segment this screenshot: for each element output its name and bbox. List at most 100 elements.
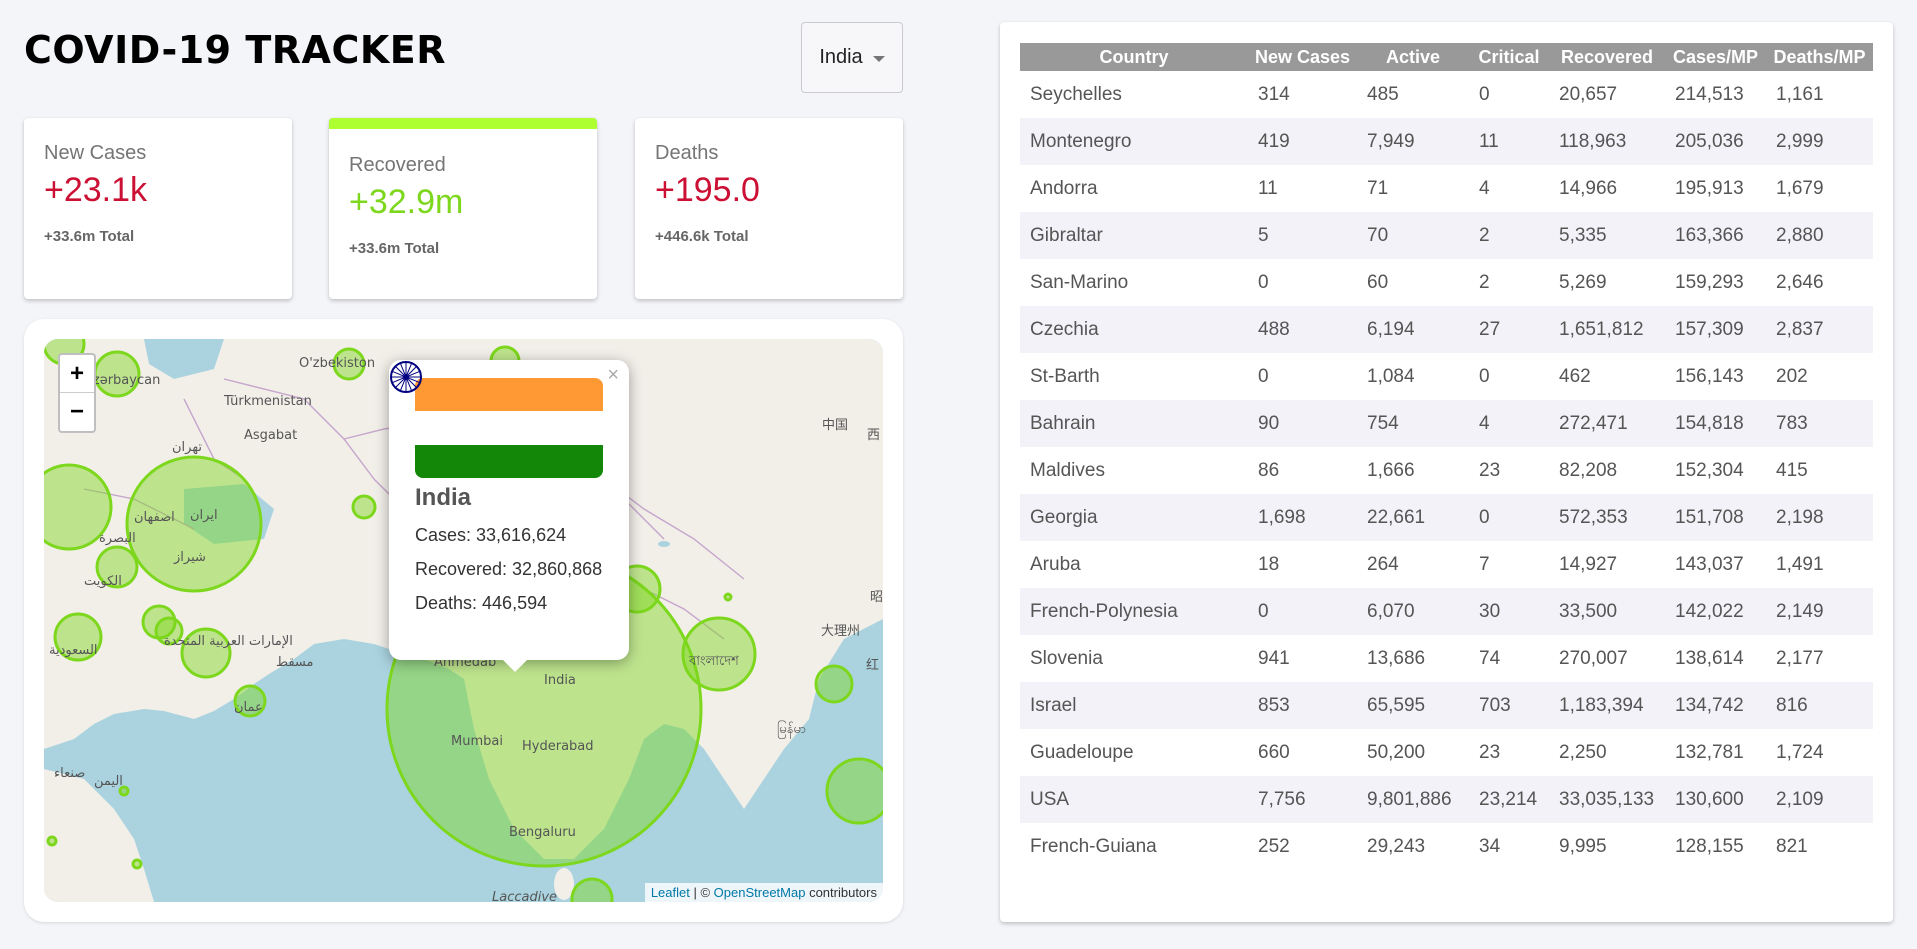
circle-myanmar-north[interactable] [814, 664, 854, 704]
zoom-in-button[interactable]: + [60, 355, 94, 393]
cell-country: USA [1020, 776, 1248, 823]
table-row[interactable]: Guadeloupe 660 50,200 23 2,250 132,781 1,724 [1020, 729, 1873, 776]
stat-label: Deaths [655, 142, 719, 164]
cell-active: 71 [1367, 177, 1389, 199]
cell-cases-per-million: 130,600 [1665, 776, 1766, 823]
cell-recovered: 14,927 [1559, 553, 1618, 575]
stat-label: New Cases [44, 142, 147, 164]
stat-label: Recovered [349, 154, 446, 176]
cell-country: Maldives [1030, 459, 1105, 481]
header-new-cases[interactable]: New Cases [1248, 43, 1357, 71]
cell-country: Bahrain [1020, 400, 1248, 447]
table-row[interactable]: French-Guiana 252 29,243 34 9,995 128,155 821 [1020, 823, 1873, 870]
cell-recovered: 462 [1559, 365, 1591, 387]
stat-card-new-cases[interactable]: New Cases +23.1k +33.6m Total [24, 118, 292, 299]
cell-country: St-Barth [1030, 365, 1100, 387]
header-active[interactable]: Active [1357, 43, 1469, 71]
header-country[interactable]: Country [1020, 43, 1248, 71]
table-row[interactable]: Seychelles 314 485 0 20,657 214,513 1,161 [1020, 71, 1873, 118]
countries-table: Country New Cases Active Critical Recove… [1020, 43, 1873, 870]
map-label: Asgabat [244, 428, 297, 443]
popup-close-button[interactable]: × [607, 364, 619, 387]
cell-country: Guadeloupe [1030, 741, 1134, 763]
table-row[interactable]: Bahrain 90 754 4 272,471 154,818 783 [1020, 400, 1873, 447]
header-recovered[interactable]: Recovered [1549, 43, 1665, 71]
table-row[interactable]: USA 7,756 9,801,886 23,214 33,035,133 130,600… [1020, 776, 1873, 823]
cell-critical: 11 [1469, 118, 1549, 165]
cell-deaths-per-million: 415 [1776, 459, 1808, 481]
cell-recovered: 9,995 [1559, 835, 1607, 857]
stat-card-recovered[interactable]: Recovered +32.9m +33.6m Total [329, 118, 597, 299]
map-label: O'zbekiston [299, 356, 375, 371]
table-scroll-area[interactable]: Country New Cases Active Critical Recove… [1020, 43, 1873, 875]
cell-critical: 4 [1479, 177, 1490, 199]
cell-recovered: 1,183,394 [1549, 682, 1665, 729]
lake [658, 541, 670, 547]
cell-recovered: 572,353 [1549, 494, 1665, 541]
cell-critical: 2 [1479, 271, 1490, 293]
world-map[interactable]: O'zbekiston Azərbaycan Türkmenistan Asga… [44, 339, 883, 902]
cell-new-cases: 419 [1248, 118, 1357, 165]
map-label: عمان [234, 700, 263, 715]
cell-cases-per-million: 154,818 [1665, 400, 1766, 447]
leaflet-link[interactable]: Leaflet [651, 885, 690, 900]
stat-card-deaths[interactable]: Deaths +195.0 +446.6k Total [635, 118, 903, 299]
table-row[interactable]: Slovenia 941 13,686 74 270,007 138,614 2,177 [1020, 635, 1873, 682]
map-label: Hyderabad [522, 739, 594, 754]
stat-value: +23.1k [44, 171, 148, 209]
cell-critical: 0 [1479, 365, 1490, 387]
circle-djibouti[interactable] [46, 835, 58, 847]
header-critical[interactable]: Critical [1469, 43, 1549, 71]
cell-recovered: 2,250 [1559, 741, 1607, 763]
table-row[interactable]: St-Barth 0 1,084 0 462 156,143 202 [1020, 353, 1873, 400]
table-row[interactable]: French-Polynesia 0 6,070 30 33,500 142,022 2,1… [1020, 588, 1873, 635]
flag-green-band [415, 444, 603, 478]
table-row[interactable]: Czechia 488 6,194 27 1,651,812 157,309 2,837 [1020, 306, 1873, 353]
cell-cases-per-million: 152,304 [1675, 459, 1744, 481]
cell-recovered: 82,208 [1559, 459, 1618, 481]
cell-active: 6,194 [1357, 306, 1469, 353]
cell-new-cases: 0 [1258, 271, 1269, 293]
circle-afghanistan[interactable] [351, 494, 377, 520]
cell-active: 29,243 [1367, 835, 1426, 857]
zoom-control: + − [58, 353, 96, 433]
cell-critical: 30 [1469, 588, 1549, 635]
table-row[interactable]: Maldives 86 1,666 23 82,208 152,304 415 [1020, 447, 1873, 494]
map-label: မြန်မာ [777, 720, 806, 739]
cell-active: 13,686 [1367, 647, 1426, 669]
table-row[interactable]: San-Marino 0 60 2 5,269 159,293 2,646 [1020, 259, 1873, 306]
table-row[interactable]: Aruba 18 264 7 14,927 143,037 1,491 [1020, 541, 1873, 588]
cell-critical: 23 [1479, 741, 1501, 763]
table-row[interactable]: Gibraltar 5 70 2 5,335 163,366 2,880 [1020, 212, 1873, 259]
cell-deaths-per-million: 2,999 [1766, 118, 1873, 165]
header-cases-per-million[interactable]: Cases/MP [1665, 43, 1766, 71]
cell-critical: 0 [1479, 83, 1490, 105]
country-select[interactable]: India [801, 22, 903, 93]
attribution-suffix: contributors [805, 885, 877, 900]
table-row[interactable]: Montenegro 419 7,949 11 118,963 205,036 2,999 [1020, 118, 1873, 165]
cell-country: Montenegro [1020, 118, 1248, 165]
cell-active: 1,084 [1367, 365, 1415, 387]
cell-country: Andorra [1030, 177, 1098, 199]
circle-thailand[interactable] [825, 757, 883, 825]
cell-cases-per-million: 143,037 [1675, 553, 1744, 575]
cell-cases-per-million: 195,913 [1675, 177, 1744, 199]
cell-new-cases: 86 [1258, 459, 1280, 481]
cell-recovered: 118,963 [1549, 118, 1665, 165]
cell-recovered: 5,269 [1559, 271, 1607, 293]
table-row[interactable]: Georgia 1,698 22,661 0 572,353 151,708 2,198 [1020, 494, 1873, 541]
zoom-out-button[interactable]: − [60, 393, 94, 431]
osm-link[interactable]: OpenStreetMap [714, 885, 806, 900]
circle-bhutan[interactable] [723, 592, 733, 602]
header-deaths-per-million[interactable]: Deaths/MP [1766, 43, 1873, 71]
circle-sri-lanka[interactable] [570, 877, 614, 902]
cell-active: 7,949 [1357, 118, 1469, 165]
table-row[interactable]: Andorra 11 71 4 14,966 195,913 1,679 [1020, 165, 1873, 212]
map-label: Bengaluru [509, 825, 576, 840]
table-body: Seychelles 314 485 0 20,657 214,513 1,161 Monte… [1020, 71, 1873, 870]
map-label: 大理州 [821, 624, 860, 639]
circle-somalia[interactable] [131, 858, 143, 870]
cell-deaths-per-million: 2,837 [1766, 306, 1873, 353]
table-row[interactable]: Israel 853 65,595 703 1,183,394 134,742 816 [1020, 682, 1873, 729]
map-label: مسقط [276, 655, 313, 670]
